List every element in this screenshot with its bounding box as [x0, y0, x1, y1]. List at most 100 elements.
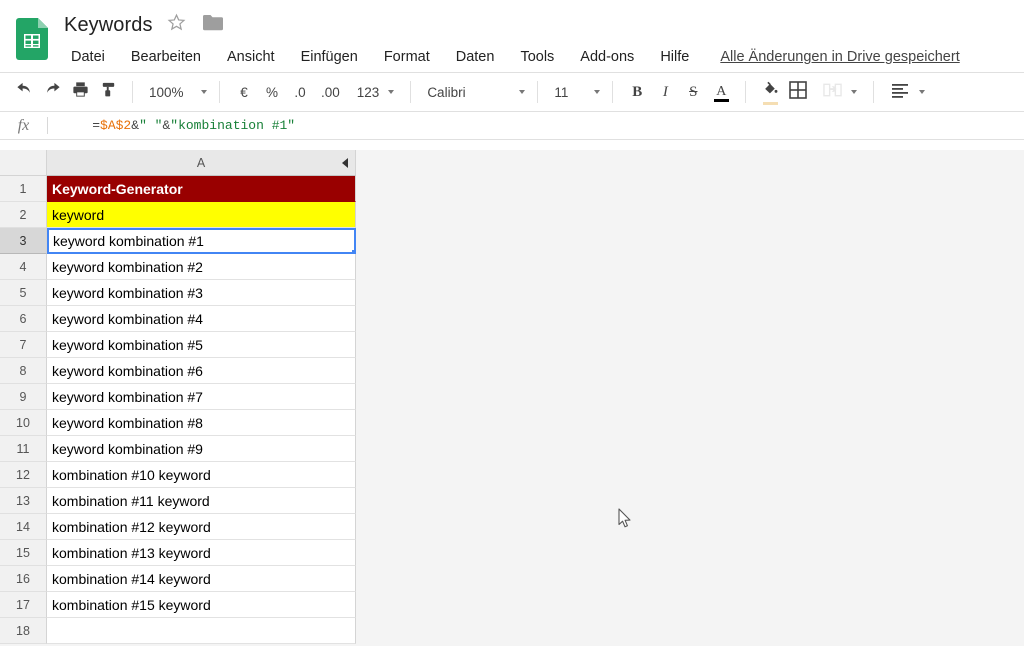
fill-color-button[interactable]: [756, 78, 784, 106]
grid-empty-area: [356, 332, 1024, 358]
horizontal-align-selector[interactable]: [880, 78, 931, 106]
row-header-6[interactable]: 6: [0, 306, 47, 332]
menu-item-einfuegen[interactable]: Einfügen: [292, 46, 367, 68]
cell-A6[interactable]: keyword kombination #4: [47, 306, 356, 332]
select-all-corner[interactable]: [0, 150, 47, 176]
redo-button[interactable]: [38, 78, 66, 106]
row-header-9[interactable]: 9: [0, 384, 47, 410]
cell-A7[interactable]: keyword kombination #5: [47, 332, 356, 358]
cell-A5[interactable]: keyword kombination #3: [47, 280, 356, 306]
row-header-14[interactable]: 14: [0, 514, 47, 540]
menu-item-datei[interactable]: Datei: [62, 46, 114, 68]
row-header-12[interactable]: 12: [0, 462, 47, 488]
cell-A4[interactable]: keyword kombination #2: [47, 254, 356, 280]
chevron-down-icon: [594, 90, 601, 94]
row-header-10[interactable]: 10: [0, 410, 47, 436]
cell-A15[interactable]: kombination #13 keyword: [47, 540, 356, 566]
row-header-5[interactable]: 5: [0, 280, 47, 306]
grid-empty-area: [356, 280, 1024, 306]
sheets-logo-button[interactable]: [0, 6, 64, 72]
menu-item-addons[interactable]: Add-ons: [571, 46, 643, 68]
row-header-15[interactable]: 15: [0, 540, 47, 566]
cell-A8[interactable]: keyword kombination #6: [47, 358, 356, 384]
grid-empty-area: [356, 254, 1024, 280]
currency-format-button[interactable]: €: [230, 78, 258, 106]
toolbar-group-history: [6, 78, 126, 106]
title-and-menu: Keywords Datei Bearbeiten Ansicht Einfüg…: [64, 6, 1024, 72]
more-formats-selector[interactable]: 123: [347, 78, 401, 106]
row-header-13[interactable]: 13: [0, 488, 47, 514]
font-size-value: 11: [554, 84, 569, 100]
star-outline-icon[interactable]: [167, 13, 186, 37]
cell-A9[interactable]: keyword kombination #7: [47, 384, 356, 410]
text-color-button[interactable]: A: [707, 78, 735, 106]
cell-A12[interactable]: kombination #10 keyword: [47, 462, 356, 488]
save-status-label[interactable]: Alle Änderungen in Drive gespeichert: [720, 49, 959, 65]
strikethrough-icon: S: [689, 83, 698, 100]
row-header-1[interactable]: 1: [0, 176, 47, 202]
menu-item-daten[interactable]: Daten: [447, 46, 504, 68]
row-header-3[interactable]: 3: [0, 228, 47, 254]
row-header-11[interactable]: 11: [0, 436, 47, 462]
cell-A18[interactable]: [47, 618, 356, 644]
align-left-button: [886, 78, 914, 106]
menu-item-ansicht[interactable]: Ansicht: [218, 46, 284, 68]
more-formats-label: 123: [356, 84, 380, 100]
print-button[interactable]: [66, 78, 94, 106]
cell-A13[interactable]: kombination #11 keyword: [47, 488, 356, 514]
align-left-icon: [891, 82, 909, 103]
table-row: 10 keyword kombination #8: [0, 410, 1024, 436]
cell-A17[interactable]: kombination #15 keyword: [47, 592, 356, 618]
menu-item-format[interactable]: Format: [375, 46, 439, 68]
formula-input[interactable]: =$A$2&" "&"kombination #1": [48, 103, 1024, 148]
cell-A11[interactable]: keyword kombination #9: [47, 436, 356, 462]
fill-handle[interactable]: [351, 249, 354, 252]
row-header-17[interactable]: 17: [0, 592, 47, 618]
table-row: 1 Keyword-Generator: [0, 176, 1024, 202]
menu-item-bearbeiten[interactable]: Bearbeiten: [122, 46, 210, 68]
decrease-decimal-button[interactable]: .0: [286, 78, 314, 106]
cell-A3[interactable]: keyword kombination #1: [47, 228, 356, 254]
undo-button[interactable]: [10, 78, 38, 106]
font-family-value: Calibri: [427, 84, 466, 100]
cell-A14[interactable]: kombination #12 keyword: [47, 514, 356, 540]
page-title[interactable]: Keywords: [64, 14, 167, 37]
font-size-selector[interactable]: 11: [544, 78, 606, 106]
cell-A2[interactable]: keyword: [47, 202, 356, 228]
menu-item-tools[interactable]: Tools: [511, 46, 563, 68]
undo-icon: [15, 80, 34, 104]
collapse-group-left-icon[interactable]: [342, 157, 348, 168]
cell-A10[interactable]: keyword kombination #8: [47, 410, 356, 436]
font-family-selector[interactable]: Calibri: [417, 78, 531, 106]
increase-decimal-icon: .00: [321, 84, 340, 100]
percent-icon: %: [265, 84, 278, 100]
folder-icon[interactable]: [202, 13, 224, 37]
strikethrough-button[interactable]: S: [679, 78, 707, 106]
bold-button[interactable]: B: [623, 78, 651, 106]
row-header-16[interactable]: 16: [0, 566, 47, 592]
cell-A1[interactable]: Keyword-Generator: [47, 176, 356, 202]
column-header-a[interactable]: A: [47, 150, 356, 176]
cell-A16[interactable]: kombination #14 keyword: [47, 566, 356, 592]
borders-button[interactable]: [784, 78, 812, 106]
toolbar-divider: [873, 81, 875, 103]
merge-cells-selector[interactable]: [812, 78, 863, 106]
cell-A3-text: keyword kombination #1: [53, 233, 204, 249]
row-header-18[interactable]: 18: [0, 618, 47, 644]
row-header-8[interactable]: 8: [0, 358, 47, 384]
percent-format-button[interactable]: %: [258, 78, 286, 106]
row-header-4[interactable]: 4: [0, 254, 47, 280]
toolbar-divider: [537, 81, 539, 103]
cell-A10-text: keyword kombination #8: [52, 414, 203, 431]
toolbar-divider: [219, 81, 220, 103]
row-header-2[interactable]: 2: [0, 202, 47, 228]
row-header-7[interactable]: 7: [0, 332, 47, 358]
grid-empty-area: [356, 384, 1024, 410]
paint-format-button[interactable]: [94, 78, 122, 106]
zoom-selector[interactable]: 100%: [139, 78, 213, 106]
grid-empty-area: [356, 462, 1024, 488]
increase-decimal-button[interactable]: .00: [314, 78, 347, 106]
italic-button[interactable]: I: [651, 78, 679, 106]
grid-empty-area: [356, 514, 1024, 540]
menu-item-hilfe[interactable]: Hilfe: [651, 46, 698, 68]
